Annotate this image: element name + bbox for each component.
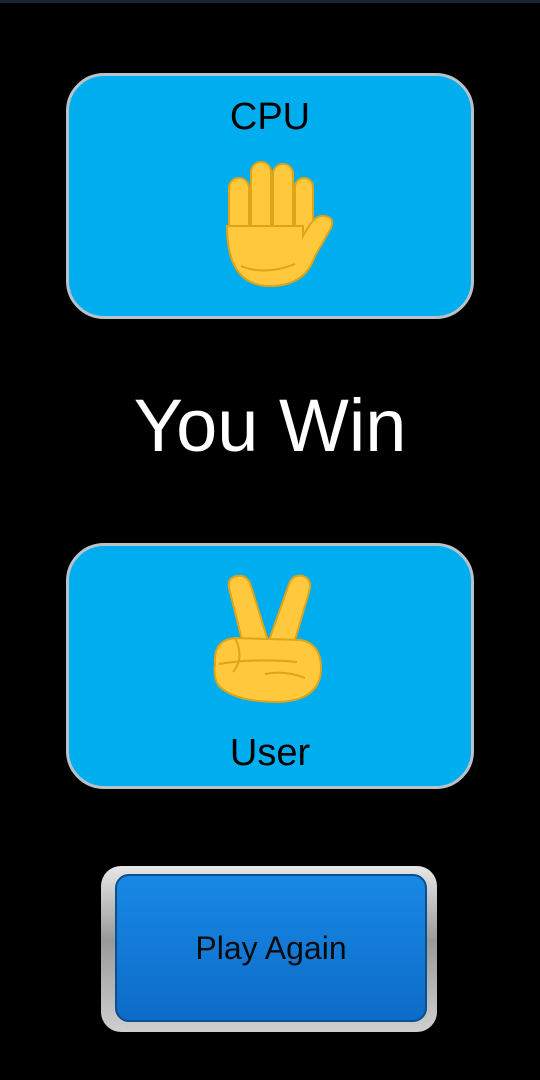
game-screen: CPU You Win User Play Again: [0, 0, 540, 1080]
user-card: User: [66, 543, 474, 789]
cpu-card: CPU: [66, 73, 474, 319]
cpu-label: CPU: [229, 96, 311, 138]
raised-hand-icon: [225, 161, 334, 288]
user-label: User: [229, 732, 311, 774]
victory-hand-icon: [213, 574, 323, 704]
result-text: You Win: [133, 384, 407, 467]
status-strip: [0, 0, 540, 3]
play-again-frame: Play Again: [101, 866, 437, 1032]
play-again-button[interactable]: Play Again: [115, 874, 427, 1022]
